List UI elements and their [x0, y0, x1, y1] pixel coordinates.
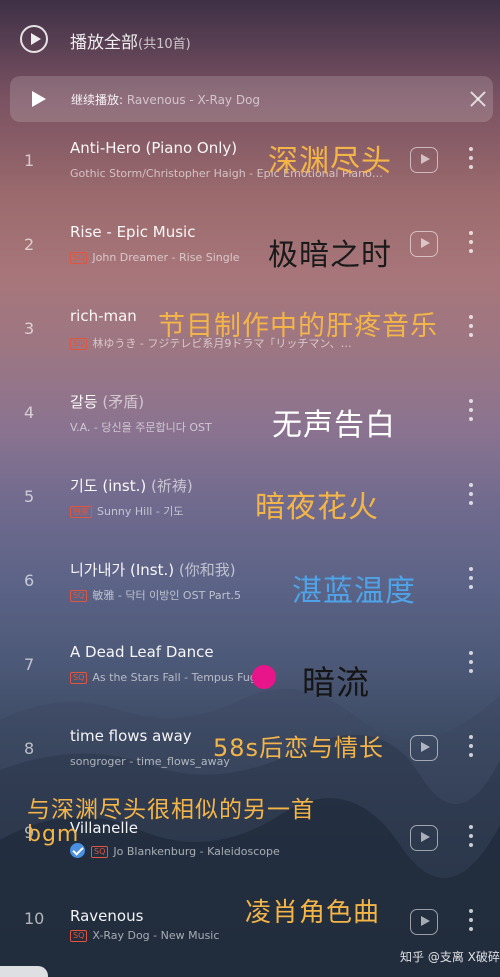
play-all-icon[interactable] [20, 25, 48, 53]
continue-prefix: 继续播放: [71, 93, 127, 107]
song-title-text: Anti-Hero (Piano Only) [70, 139, 238, 157]
more-options-icon[interactable] [466, 315, 476, 341]
more-options-icon[interactable] [466, 909, 476, 935]
annotation-label: 节目制作中的肝疼音乐 [158, 311, 438, 342]
annotation-label: 深渊尽头 [268, 144, 392, 179]
song-row[interactable]: 1 Anti-Hero (Piano Only) Gothic Storm/Ch… [0, 125, 500, 209]
more-options-icon[interactable] [466, 147, 476, 173]
mv-play-icon[interactable] [410, 909, 438, 935]
song-row[interactable]: 4 갈등 (矛盾) V.A. - 당신을 주문합니다 OST [0, 377, 500, 461]
play-all-button[interactable]: 播放全部(共10首) [70, 28, 191, 53]
song-index: 8 [24, 739, 35, 758]
annotation-label: bgm [27, 822, 80, 847]
song-title: Anti-Hero (Piano Only) [70, 139, 237, 157]
song-count: (共10首) [138, 37, 191, 52]
song-title: time flows away [70, 727, 192, 745]
mv-play-icon[interactable] [410, 825, 438, 851]
mv-play-icon[interactable] [410, 231, 438, 257]
song-subtitle-text: X-Ray Dog - New Music [92, 929, 220, 942]
play-all-label: 播放全部 [70, 33, 138, 53]
song-title-text: Rise - Epic Music [70, 223, 196, 241]
song-row[interactable]: 5 기도 (inst.) (祈祷) 独家 Sunny Hill - 기도 [0, 461, 500, 545]
song-title-text: rich-man [70, 307, 137, 325]
song-subtitle-text: As the Stars Fall - Tempus Fugit [92, 671, 265, 684]
play-icon[interactable] [32, 91, 46, 107]
continue-label: 继续播放: Ravenous - X-Ray Dog [71, 91, 260, 108]
song-title: 니가내가 (Inst.) (你和我) [70, 559, 236, 580]
annotation-label: 凌肖角色曲 [245, 898, 381, 928]
song-subtitle-text: John Dreamer - Rise Single [92, 251, 240, 264]
mv-play-icon[interactable] [410, 147, 438, 173]
annotation-label: 暗流 [302, 663, 370, 702]
song-subtitle: SQ X-Ray Dog - New Music [70, 929, 390, 942]
mv-play-icon[interactable] [410, 735, 438, 761]
annotation-label: 湛蓝温度 [292, 574, 416, 609]
more-options-icon[interactable] [466, 483, 476, 509]
song-title: Ravenous [70, 907, 143, 925]
annotation-label: 与深渊尽头很相似的另一首 [27, 797, 315, 823]
sq-badge: SQ [70, 338, 88, 350]
continue-playing-bar[interactable]: 继续播放: Ravenous - X-Ray Dog [10, 76, 493, 122]
header: 播放全部(共10首) [0, 0, 500, 76]
pink-dot-marker [252, 665, 276, 689]
song-title: 기도 (inst.) (祈祷) [70, 475, 193, 496]
song-title: A Dead Leaf Dance [70, 643, 214, 661]
annotation-label: 极暗之时 [268, 238, 392, 273]
song-subtitle-text: Sunny Hill - 기도 [97, 505, 184, 518]
sq-badge: SQ [70, 590, 88, 602]
song-title-text: 갈등 [70, 393, 98, 411]
song-alt-title: (你和我) [174, 561, 236, 579]
song-row[interactable]: 7 A Dead Leaf Dance SQ As the Stars Fall … [0, 629, 500, 713]
song-alt-title: (矛盾) [97, 393, 145, 411]
song-row[interactable]: 2 Rise - Epic Music SQ John Dreamer - Ris… [0, 209, 500, 293]
song-title: Rise - Epic Music [70, 223, 195, 241]
song-title-text: Ravenous [70, 907, 144, 925]
more-options-icon[interactable] [466, 231, 476, 257]
song-subtitle: SQ Jo Blankenburg - Kaleidoscope [70, 843, 390, 858]
song-index: 4 [24, 403, 35, 422]
sq-badge: SQ [70, 930, 88, 942]
more-options-icon[interactable] [466, 651, 476, 677]
song-title-text: time flows away [70, 727, 192, 745]
song-title: 갈등 (矛盾) [70, 391, 144, 412]
song-alt-title: (祈祷) [146, 477, 193, 495]
song-title-text: 기도 (inst.) [70, 477, 147, 495]
watermark: 知乎 @支离 X破碎 [400, 950, 500, 964]
more-options-icon[interactable] [466, 735, 476, 761]
song-index: 2 [24, 235, 35, 254]
more-options-icon[interactable] [466, 567, 476, 593]
song-index: 5 [24, 487, 35, 506]
more-options-icon[interactable] [466, 399, 476, 425]
song-title-text: A Dead Leaf Dance [70, 643, 214, 661]
more-options-icon[interactable] [466, 825, 476, 851]
song-index: 10 [24, 909, 45, 928]
song-title: rich-man [70, 307, 137, 325]
annotation-label: 无声告白 [272, 408, 396, 443]
song-subtitle-text: 敏雅 - 닥터 이방인 OST Part.5 [92, 589, 241, 602]
sq-badge: SQ [70, 672, 88, 684]
close-icon[interactable] [466, 87, 490, 111]
song-title-text: 니가내가 (Inst.) [70, 561, 175, 579]
annotation-label: 58s后恋与情长 [213, 734, 385, 762]
annotation-label: 暗夜花火 [255, 490, 379, 525]
sq-badge: SQ [91, 846, 109, 858]
song-index: 7 [24, 655, 35, 674]
continue-track: Ravenous - X-Ray Dog [126, 93, 261, 107]
song-subtitle-text: Jo Blankenburg - Kaleidoscope [113, 845, 280, 858]
sq-badge: SQ [70, 252, 88, 264]
song-index: 6 [24, 571, 35, 590]
song-index: 3 [24, 319, 35, 338]
song-index: 1 [24, 151, 35, 170]
exclusive-badge: 独家 [70, 506, 92, 518]
home-indicator [0, 966, 48, 977]
song-row[interactable]: 6 니가내가 (Inst.) (你和我) SQ 敏雅 - 닥터 이방인 OST P… [0, 545, 500, 629]
